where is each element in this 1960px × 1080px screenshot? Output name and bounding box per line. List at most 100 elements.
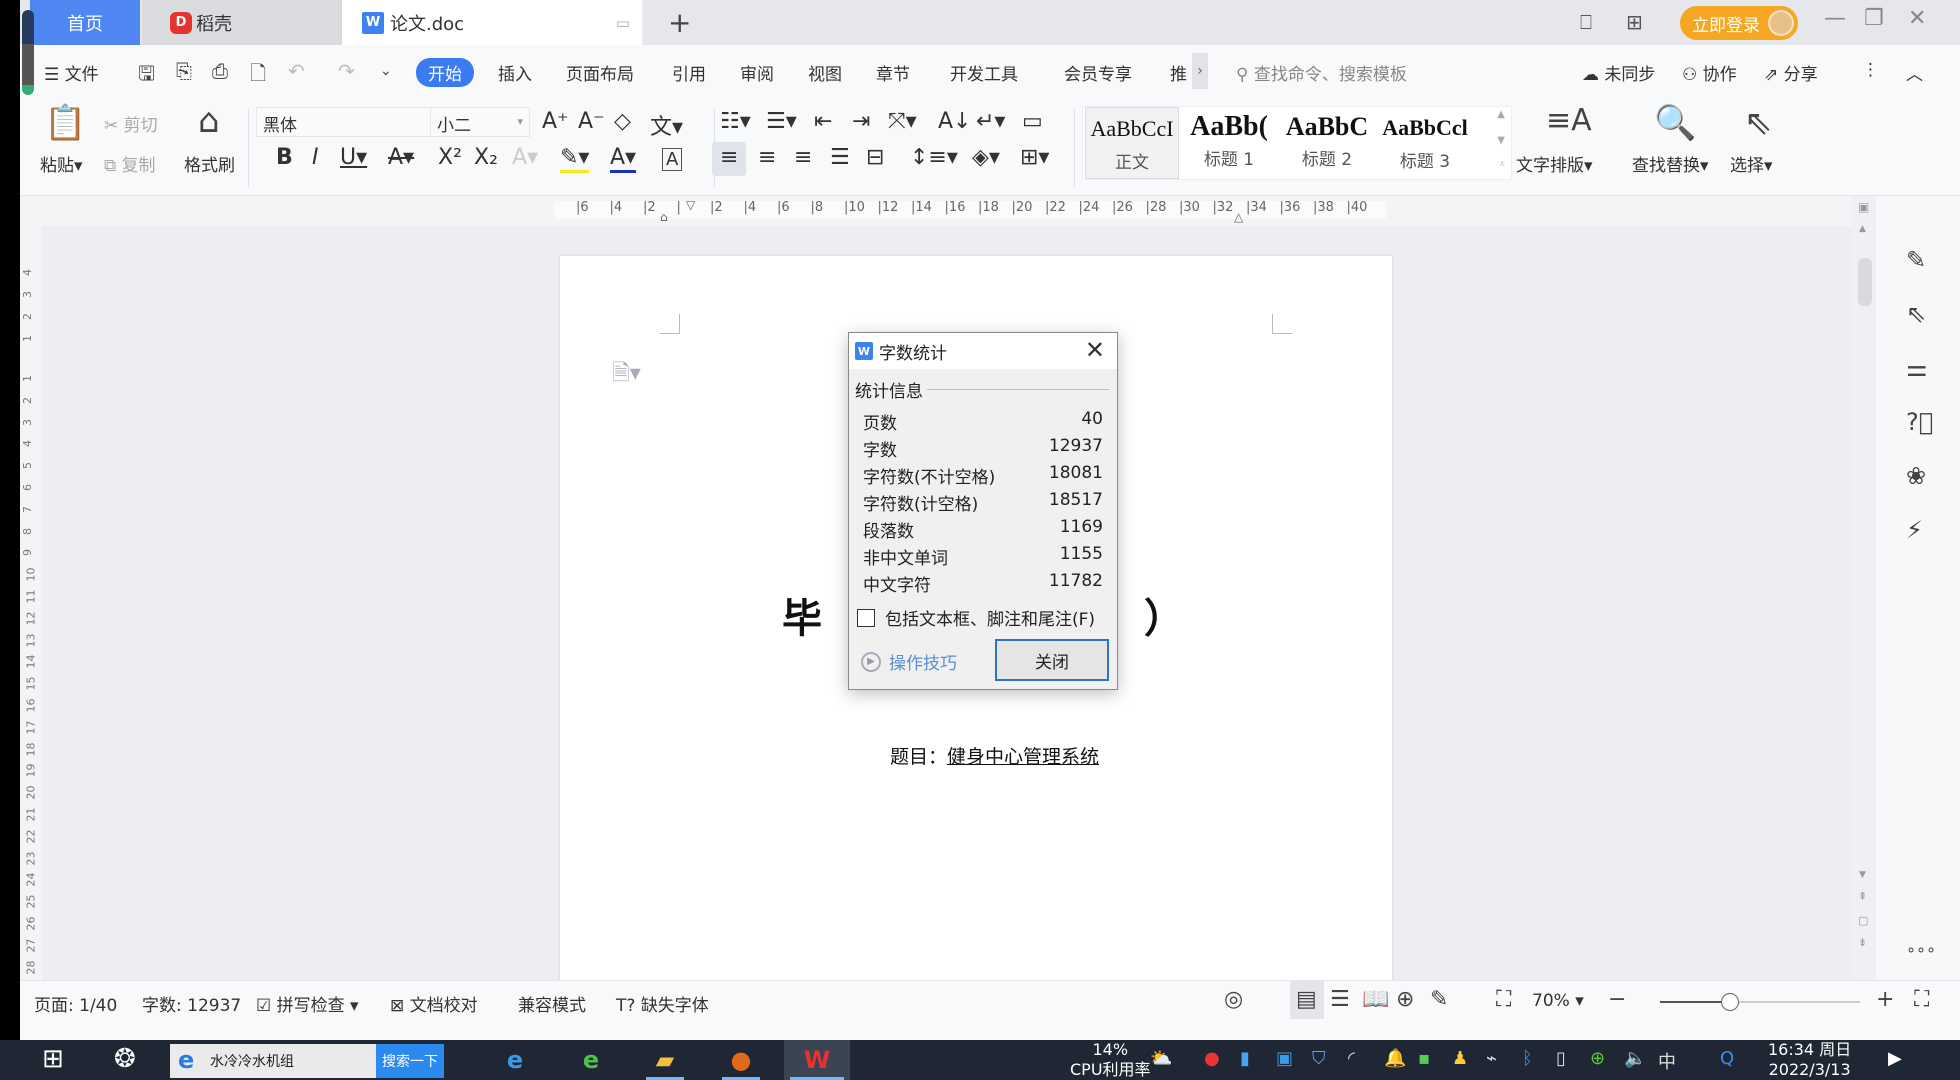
- fullscreen-icon[interactable]: ⛶: [1914, 987, 1929, 1012]
- find-replace-icon[interactable]: 🔍: [1654, 103, 1696, 143]
- edit-pen-icon[interactable]: ✎: [1906, 246, 1926, 274]
- word-count-indicator[interactable]: 字数: 12937: [142, 991, 241, 1016]
- app-monkey-icon[interactable]: ●: [716, 1040, 766, 1080]
- italic-icon[interactable]: I: [312, 145, 319, 170]
- tab-review[interactable]: 审阅: [740, 60, 774, 85]
- prev-page-icon[interactable]: ⇞: [1858, 890, 1867, 903]
- tab-references[interactable]: 引用: [672, 60, 706, 85]
- sort-icon[interactable]: A↓: [938, 109, 971, 134]
- tab-document[interactable]: W 论文.doc ▭: [342, 0, 642, 45]
- zoom-in-icon[interactable]: +: [1876, 987, 1894, 1012]
- apps-grid-icon[interactable]: ⊞: [1626, 10, 1643, 34]
- reading-layout-icon[interactable]: ⎕: [1580, 10, 1592, 34]
- wps-office-icon[interactable]: W: [784, 1040, 850, 1080]
- tab-device-icon[interactable]: ▭: [616, 14, 630, 32]
- style-heading-1[interactable]: AaBb( 标题 1: [1181, 107, 1277, 179]
- clear-format-icon[interactable]: ◇: [614, 109, 631, 134]
- sync-status[interactable]: ☁ 未同步: [1582, 60, 1655, 85]
- page-view-icon[interactable]: ▤: [1296, 987, 1317, 1012]
- align-center-icon[interactable]: ≡: [758, 145, 776, 170]
- style-expand-icon[interactable]: ⩡: [1499, 159, 1505, 170]
- more-tabs-chevron-icon[interactable]: ›: [1192, 53, 1208, 89]
- shading-icon[interactable]: ◈▾: [972, 145, 1000, 170]
- settings-sliders-icon[interactable]: ⚌: [1906, 354, 1928, 382]
- reading-view-icon[interactable]: 📖: [1362, 987, 1389, 1012]
- taskbar-search-button[interactable]: 搜索一下: [376, 1044, 444, 1078]
- customize-toolbar-icon[interactable]: ⌄: [380, 63, 392, 79]
- tab-developer[interactable]: 开发工具: [950, 60, 1018, 85]
- page-indicator[interactable]: 页面: 1/40: [34, 991, 117, 1016]
- tab-view[interactable]: 视图: [808, 60, 842, 85]
- scroll-up-icon[interactable]: ▲: [1859, 224, 1866, 234]
- command-search[interactable]: ⚲ 查找命令、搜索模板: [1236, 60, 1407, 85]
- file-explorer-icon[interactable]: ▰: [640, 1040, 690, 1080]
- collapse-ribbon-icon[interactable]: ︿: [1906, 60, 1923, 85]
- save-icon[interactable]: 🖫: [138, 59, 155, 93]
- style-heading-3[interactable]: AaBbCcl 标题 3: [1377, 107, 1473, 179]
- style-normal[interactable]: AaBbCcI 正文: [1085, 107, 1179, 179]
- minimize-button[interactable]: —: [1824, 6, 1846, 31]
- tab-member[interactable]: 会员专享: [1064, 60, 1132, 85]
- tips-link[interactable]: ▶ 操作技巧: [861, 649, 957, 674]
- redo-icon[interactable]: ↷: [338, 59, 355, 83]
- font-color-icon[interactable]: A▾: [610, 145, 637, 173]
- windows-start-icon[interactable]: ⊞: [42, 1044, 64, 1074]
- cursor-select-icon[interactable]: ⇖: [1906, 300, 1926, 328]
- zoom-level-select[interactable]: 70% ▾: [1532, 991, 1584, 1011]
- zoom-slider-thumb[interactable]: [1721, 993, 1739, 1011]
- bluetooth-icon[interactable]: ᛒ: [1522, 1048, 1533, 1069]
- wifi-icon[interactable]: ◜: [1348, 1048, 1355, 1069]
- paste-icon[interactable]: 📋: [44, 103, 86, 143]
- include-textbox-option[interactable]: 包括文本框、脚注和尾注(F): [857, 605, 1095, 630]
- security-app-icon[interactable]: ▣: [1276, 1048, 1293, 1069]
- print-preview-icon[interactable]: 🗋: [250, 59, 266, 93]
- collaborate-button[interactable]: ⚇ 协作: [1682, 60, 1737, 85]
- eye-protection-icon[interactable]: ◎: [1224, 987, 1243, 1012]
- outline-view-icon[interactable]: ☰: [1330, 987, 1350, 1012]
- text-effect-icon[interactable]: A▾: [512, 145, 538, 170]
- help-icon[interactable]: ?⃝: [1906, 408, 1933, 436]
- font-name-select[interactable]: 黑体▾: [256, 107, 446, 137]
- left-indent-marker[interactable]: ⌂: [660, 210, 668, 224]
- text-layout-button[interactable]: 文字排版▾: [1516, 151, 1593, 176]
- increase-indent-icon[interactable]: ⇥: [852, 109, 870, 134]
- superscript-icon[interactable]: X²: [438, 145, 462, 170]
- doc-proofread-button[interactable]: ⊠ 文档校对: [390, 991, 478, 1016]
- more-dots-icon[interactable]: ∘∘∘: [1906, 940, 1936, 959]
- input-method-icon[interactable]: Q: [1720, 1048, 1734, 1069]
- usb-drive-icon[interactable]: ▯: [1556, 1048, 1566, 1069]
- spell-check-button[interactable]: ☑ 拼写检查 ▾: [256, 991, 359, 1016]
- scrollbar-thumb[interactable]: [1858, 258, 1872, 306]
- style-scroll-down-icon[interactable]: ▼: [1497, 135, 1505, 146]
- tab-chapter[interactable]: 章节: [876, 60, 910, 85]
- decrease-indent-icon[interactable]: ⇤: [814, 109, 832, 134]
- bold-icon[interactable]: B: [276, 145, 293, 170]
- fit-page-icon[interactable]: ⛶: [1496, 987, 1511, 1012]
- internet-explorer-icon[interactable]: e: [490, 1040, 540, 1080]
- tab-insert[interactable]: 插入: [498, 60, 532, 85]
- tab-start[interactable]: 开始: [416, 58, 474, 87]
- align-right-icon[interactable]: ≡: [794, 145, 812, 170]
- scroll-split-icon[interactable]: ▣: [1858, 200, 1869, 214]
- line-spacing-icon[interactable]: ↕≡▾: [910, 145, 958, 170]
- pinyin-guide-icon[interactable]: 文▾: [650, 109, 683, 141]
- share-button[interactable]: ⇗ 分享: [1764, 60, 1818, 85]
- cut-button[interactable]: ✂ 剪切: [104, 111, 158, 136]
- text-layout-icon[interactable]: ≡A: [1546, 103, 1592, 138]
- highlight-icon[interactable]: ✎▾: [560, 145, 590, 173]
- tray-app-icon[interactable]: ●: [1204, 1048, 1220, 1069]
- notification-bell-icon[interactable]: 🔔: [1384, 1048, 1406, 1069]
- find-replace-button[interactable]: 查找替换▾: [1632, 151, 1709, 176]
- resources-icon[interactable]: ❀: [1906, 462, 1926, 490]
- taskbar-search-box[interactable]: e 水冷冷水机组: [170, 1044, 376, 1078]
- strikethrough-icon[interactable]: A▾: [388, 145, 414, 170]
- bullet-list-icon[interactable]: ☷▾: [720, 109, 751, 134]
- show-desktop-icon[interactable]: ▶: [1888, 1048, 1902, 1069]
- paste-button[interactable]: 粘贴▾: [40, 151, 83, 176]
- show-marks-icon[interactable]: ↵▾: [976, 109, 1005, 134]
- char-border-icon[interactable]: A: [662, 148, 683, 171]
- vertical-scrollbar[interactable]: ▣ ▲ ▼ ⇞ ▢ ⇟: [1852, 196, 1876, 980]
- app-launcher-icon[interactable]: ❂: [114, 1044, 136, 1074]
- export-pdf-icon[interactable]: ⎘: [176, 59, 192, 83]
- justify-icon[interactable]: ☰: [830, 145, 850, 170]
